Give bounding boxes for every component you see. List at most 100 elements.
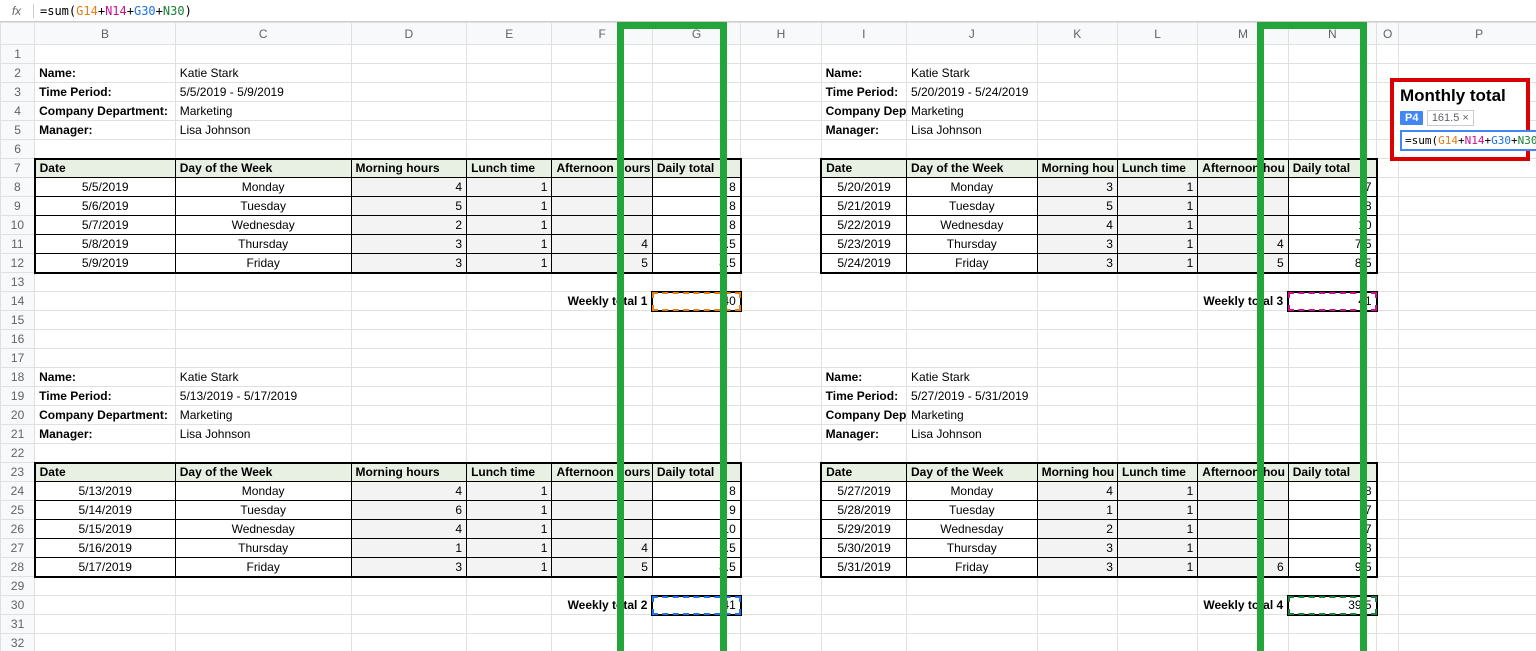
cell[interactable] [552, 406, 652, 425]
cell[interactable] [652, 387, 740, 406]
cell[interactable] [821, 45, 906, 64]
cell[interactable] [552, 577, 652, 596]
cell[interactable] [1399, 254, 1536, 273]
cell[interactable]: 10 [1, 216, 35, 235]
cell[interactable]: 1 [1117, 178, 1197, 197]
cell[interactable]: Thursday [907, 539, 1038, 558]
cell[interactable]: Lunch time [467, 159, 552, 178]
cell[interactable] [907, 45, 1038, 64]
cell[interactable] [1288, 45, 1376, 64]
cell[interactable] [741, 501, 821, 520]
cell[interactable]: 5 [1, 121, 35, 140]
cell[interactable]: Daily total [1288, 159, 1376, 178]
cell[interactable] [1117, 634, 1197, 651]
col-D[interactable]: D [351, 23, 467, 45]
cell[interactable] [1198, 368, 1288, 387]
cell[interactable]: Day of the Week [907, 159, 1038, 178]
cell[interactable] [1117, 121, 1197, 140]
cell[interactable]: Time Period: [821, 83, 906, 102]
cell[interactable]: 18 [1, 368, 35, 387]
cell[interactable] [35, 444, 176, 463]
cell[interactable] [552, 102, 652, 121]
cell[interactable] [741, 216, 821, 235]
cell[interactable]: Lunch time [1117, 463, 1197, 482]
cell[interactable] [652, 64, 740, 83]
cell[interactable] [1377, 463, 1399, 482]
cell[interactable] [35, 292, 176, 311]
cell[interactable] [1377, 254, 1399, 273]
cell[interactable] [741, 64, 821, 83]
cell[interactable]: Monday [907, 178, 1038, 197]
cell[interactable]: Morning hou [1037, 463, 1117, 482]
cell[interactable] [1399, 368, 1536, 387]
cell[interactable] [1399, 406, 1536, 425]
cell[interactable] [1377, 178, 1399, 197]
cell[interactable] [652, 577, 740, 596]
cell[interactable] [35, 596, 176, 615]
cell[interactable] [1377, 444, 1399, 463]
cell[interactable]: 1 [1117, 254, 1197, 273]
cell[interactable] [821, 273, 906, 292]
cell[interactable]: 1 [351, 539, 467, 558]
cell[interactable]: Name: [35, 368, 176, 387]
cell[interactable] [1198, 425, 1288, 444]
cell[interactable]: Company Department: [35, 406, 176, 425]
cell[interactable] [1377, 311, 1399, 330]
inline-formula-editor[interactable]: =sum(G14+N14+G30+N30) [1400, 130, 1536, 151]
cell[interactable] [1399, 349, 1536, 368]
cell[interactable] [741, 140, 821, 159]
cell[interactable] [35, 577, 176, 596]
cell[interactable]: 5/27/2019 [821, 482, 906, 501]
cell[interactable] [1288, 577, 1376, 596]
cell[interactable]: Tuesday [907, 501, 1038, 520]
cell[interactable] [741, 45, 821, 64]
cell[interactable]: 7 [1288, 520, 1376, 539]
cell[interactable] [1377, 558, 1399, 577]
cell[interactable] [741, 406, 821, 425]
cell[interactable]: Morning hours [351, 159, 467, 178]
cell[interactable] [467, 406, 552, 425]
cell[interactable] [1198, 501, 1288, 520]
cell[interactable]: 8 [652, 216, 740, 235]
cell[interactable]: Lisa Johnson [907, 425, 1038, 444]
cell[interactable]: 2 [351, 216, 467, 235]
cell[interactable] [467, 615, 552, 634]
cell[interactable]: 5/13/2019 [35, 482, 176, 501]
cell[interactable] [652, 83, 740, 102]
cell[interactable] [907, 273, 1038, 292]
cell[interactable] [1117, 140, 1197, 159]
cell[interactable] [652, 45, 740, 64]
cell[interactable]: 19 [1, 387, 35, 406]
cell[interactable]: 7.5 [652, 235, 740, 254]
cell[interactable] [552, 216, 652, 235]
cell[interactable]: 23 [1, 463, 35, 482]
cell[interactable] [1117, 292, 1197, 311]
cell[interactable]: Time Period: [35, 387, 176, 406]
cell[interactable] [1399, 311, 1536, 330]
cell[interactable]: 3 [1037, 539, 1117, 558]
cell[interactable] [35, 615, 176, 634]
cell[interactable] [1198, 102, 1288, 121]
cell[interactable] [467, 330, 552, 349]
cell[interactable]: 5 [1037, 197, 1117, 216]
cell[interactable] [741, 596, 821, 615]
cell[interactable] [467, 444, 552, 463]
cell[interactable]: 5/16/2019 [35, 539, 176, 558]
cell[interactable] [351, 273, 467, 292]
cell[interactable]: 9 [1, 197, 35, 216]
cell[interactable] [175, 444, 351, 463]
cell[interactable]: 5/17/2019 [35, 558, 176, 577]
cell[interactable] [1288, 311, 1376, 330]
cell[interactable]: Daily total [652, 463, 740, 482]
cell[interactable] [652, 102, 740, 121]
cell[interactable]: 40 [652, 292, 740, 311]
cell[interactable] [741, 577, 821, 596]
cell[interactable]: Name: [821, 64, 906, 83]
col-G[interactable]: G [652, 23, 740, 45]
cell[interactable] [1037, 83, 1117, 102]
cell[interactable] [1198, 45, 1288, 64]
cell[interactable] [907, 140, 1038, 159]
cell[interactable] [907, 596, 1038, 615]
cell[interactable] [1198, 64, 1288, 83]
cell[interactable] [1399, 292, 1536, 311]
